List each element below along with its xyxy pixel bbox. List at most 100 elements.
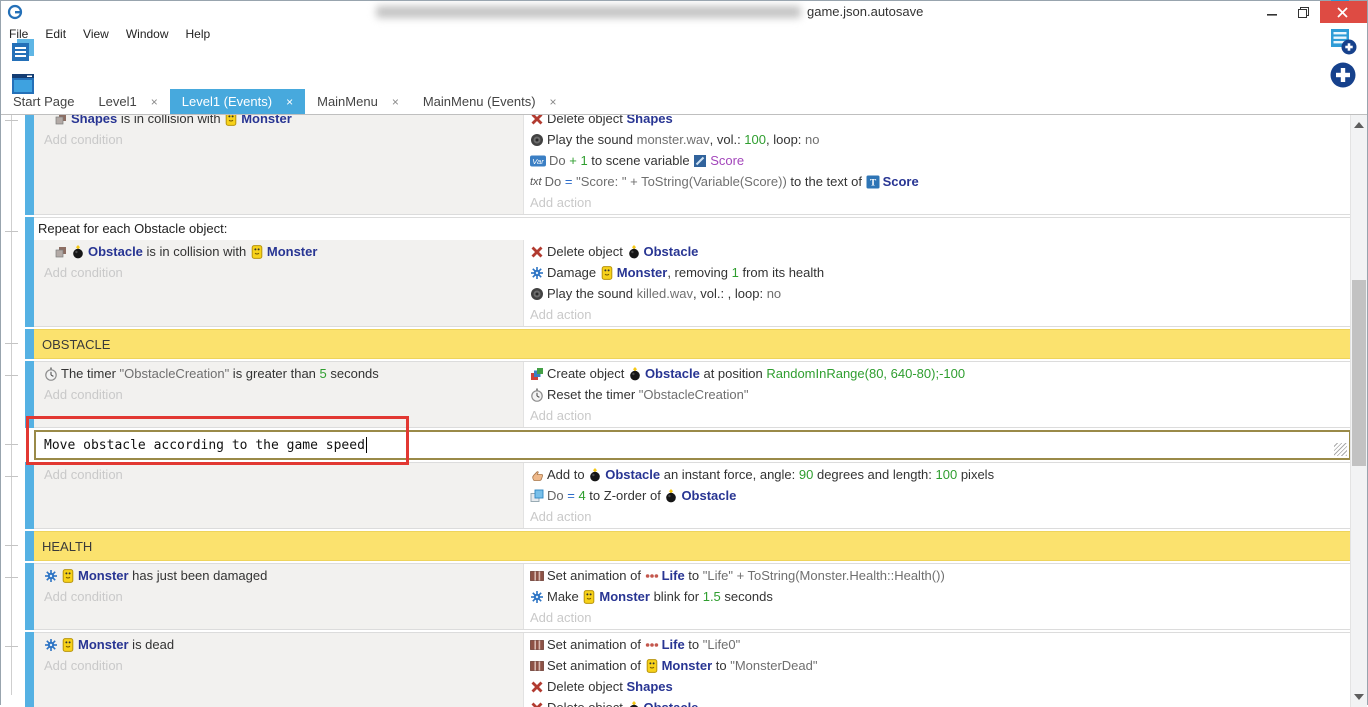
action-line[interactable]: Set animation of Life to "Life" + ToStri… (530, 565, 1351, 586)
project-manager-button[interactable] (7, 33, 41, 67)
text-action-icon: txt (530, 176, 542, 188)
resize-grip-icon[interactable] (1334, 443, 1347, 456)
action-line[interactable]: Make Monster blink for 1.5 seconds (530, 586, 1351, 607)
repeat-event-header[interactable]: Repeat for each Obstacle object: (34, 218, 1351, 240)
action-line[interactable]: Delete object Shapes (530, 114, 1351, 129)
action-line[interactable]: Set animation of Life to "Life0" (530, 634, 1351, 655)
tab-close-icon[interactable]: × (550, 95, 557, 109)
gear-icon (530, 266, 544, 280)
close-button[interactable] (1320, 1, 1367, 23)
tab-close-icon[interactable]: × (286, 95, 293, 109)
tab-start-page[interactable]: Start Page (1, 89, 86, 114)
action-line[interactable]: VarDo + 1 to scene variable Score (530, 150, 1351, 171)
text-segment: , vol.: , loop: (693, 286, 767, 301)
add-comment-button[interactable] (1327, 24, 1361, 58)
minimize-button[interactable] (1258, 1, 1289, 23)
add-action-button[interactable]: Add action (530, 607, 1351, 628)
action-line[interactable]: Play the sound killed.wav, vol.: , loop:… (530, 283, 1351, 304)
text-segment: Monster (267, 244, 318, 259)
condition-line[interactable]: Shapes is in collision with Monster (44, 114, 523, 129)
action-line[interactable]: Set animation of Monster to "MonsterDead… (530, 655, 1351, 676)
event-selection-bar[interactable] (25, 329, 34, 359)
action-line[interactable]: Add to Obstacle an instant force, angle:… (530, 464, 1351, 485)
text-segment: degrees and length: (813, 467, 935, 482)
add-condition-button[interactable]: Add condition (44, 262, 523, 283)
event-selection-bar[interactable] (25, 114, 34, 215)
event-selection-bar[interactable] (25, 563, 34, 630)
actions-cell: Delete object ShapesPlay the sound monst… (523, 114, 1351, 214)
tab-close-icon[interactable]: × (151, 95, 158, 109)
text-segment: = (565, 174, 576, 189)
add-condition-button[interactable]: Add condition (44, 655, 523, 676)
text-segment: Shapes (627, 114, 673, 126)
event-selection-bar[interactable] (25, 217, 34, 327)
scroll-down-arrow-icon[interactable] (1351, 689, 1367, 705)
tab-mainmenu-events-[interactable]: MainMenu (Events)× (411, 89, 569, 114)
text-segment: Shapes (71, 114, 117, 126)
event-body: The timer "ObstacleCreation" is greater … (34, 361, 1351, 428)
bomb-icon (627, 701, 641, 707)
monster-icon (224, 114, 238, 126)
condition-line[interactable]: Obstacle is in collision with Monster (44, 241, 523, 262)
add-action-button[interactable]: Add action (530, 405, 1351, 426)
event-selection-bar[interactable] (25, 632, 34, 707)
action-line[interactable]: Delete object Obstacle (530, 697, 1351, 707)
delete-icon (530, 114, 544, 126)
add-action-button[interactable]: Add action (530, 506, 1351, 527)
add-action-button[interactable]: Add action (530, 192, 1351, 213)
restore-button[interactable] (1289, 1, 1320, 23)
event-row: Repeat for each Obstacle object:Obstacle… (1, 217, 1351, 327)
redacted-title-path (376, 6, 801, 18)
action-line[interactable]: Do = 4 to Z-order of Obstacle (530, 485, 1351, 506)
condition-line[interactable]: The timer "ObstacleCreation" is greater … (44, 363, 523, 384)
action-line[interactable]: Delete object Shapes (530, 676, 1351, 697)
action-line[interactable]: Reset the timer "ObstacleCreation" (530, 384, 1351, 405)
add-condition-button[interactable]: Add condition (44, 129, 523, 150)
text-segment: Life (662, 637, 685, 652)
scrollbar-thumb[interactable] (1352, 280, 1366, 466)
action-line[interactable]: txtDo = "Score: " + ToString(Variable(Sc… (530, 171, 1351, 192)
tab-bar: Start PageLevel1×Level1 (Events)×MainMen… (1, 89, 1367, 114)
text-segment: Obstacle (644, 700, 699, 707)
menu-item-window[interactable]: Window (126, 27, 169, 41)
group-header-label[interactable]: OBSTACLE (34, 337, 1351, 352)
event-columns: Obstacle is in collision with MonsterAdd… (34, 240, 1351, 326)
action-line[interactable]: Play the sound monster.wav, vol.: 100, l… (530, 129, 1351, 150)
vertical-scrollbar[interactable] (1350, 115, 1367, 707)
menu-item-help[interactable]: Help (186, 27, 211, 41)
text-segment: from its health (739, 265, 824, 280)
text-segment: no (767, 286, 781, 301)
add-condition-button[interactable]: Add condition (44, 464, 523, 485)
add-action-button[interactable]: Add action (530, 304, 1351, 325)
sound-icon (530, 287, 544, 301)
menu-item-edit[interactable]: Edit (45, 27, 66, 41)
condition-line[interactable]: Monster has just been damaged (44, 565, 523, 586)
add-circle-button[interactable] (1327, 58, 1361, 92)
window-title: game.json.autosave (807, 4, 923, 19)
actions-cell: Create object Obstacle at position Rando… (523, 362, 1351, 427)
event-selection-bar[interactable] (25, 531, 34, 561)
event-selection-bar[interactable] (25, 430, 34, 460)
bomb-icon (588, 468, 602, 482)
add-condition-button[interactable]: Add condition (44, 384, 523, 405)
event-body: HEALTH (34, 531, 1351, 561)
group-header-label[interactable]: HEALTH (34, 539, 1351, 554)
title-bar: game.json.autosave (1, 1, 1367, 23)
scroll-up-arrow-icon[interactable] (1351, 117, 1367, 133)
add-condition-button[interactable]: Add condition (44, 586, 523, 607)
text-segment: to (712, 658, 730, 673)
action-line[interactable]: Delete object Obstacle (530, 241, 1351, 262)
tab-close-icon[interactable]: × (392, 95, 399, 109)
tab-level1-events-[interactable]: Level1 (Events)× (170, 89, 305, 114)
tab-level1[interactable]: Level1× (86, 89, 169, 114)
action-line[interactable]: Create object Obstacle at position Rando… (530, 363, 1351, 384)
tab-mainmenu[interactable]: MainMenu× (305, 89, 411, 114)
menu-item-view[interactable]: View (83, 27, 109, 41)
event-selection-bar[interactable] (25, 361, 34, 428)
text-segment: Monster (78, 568, 129, 583)
condition-line[interactable]: Monster is dead (44, 634, 523, 655)
text-segment: is in collision with (143, 244, 250, 259)
comment-input[interactable]: Move obstacle according to the game spee… (34, 430, 1351, 460)
action-line[interactable]: Damage Monster, removing 1 from its heal… (530, 262, 1351, 283)
event-selection-bar[interactable] (25, 462, 34, 529)
